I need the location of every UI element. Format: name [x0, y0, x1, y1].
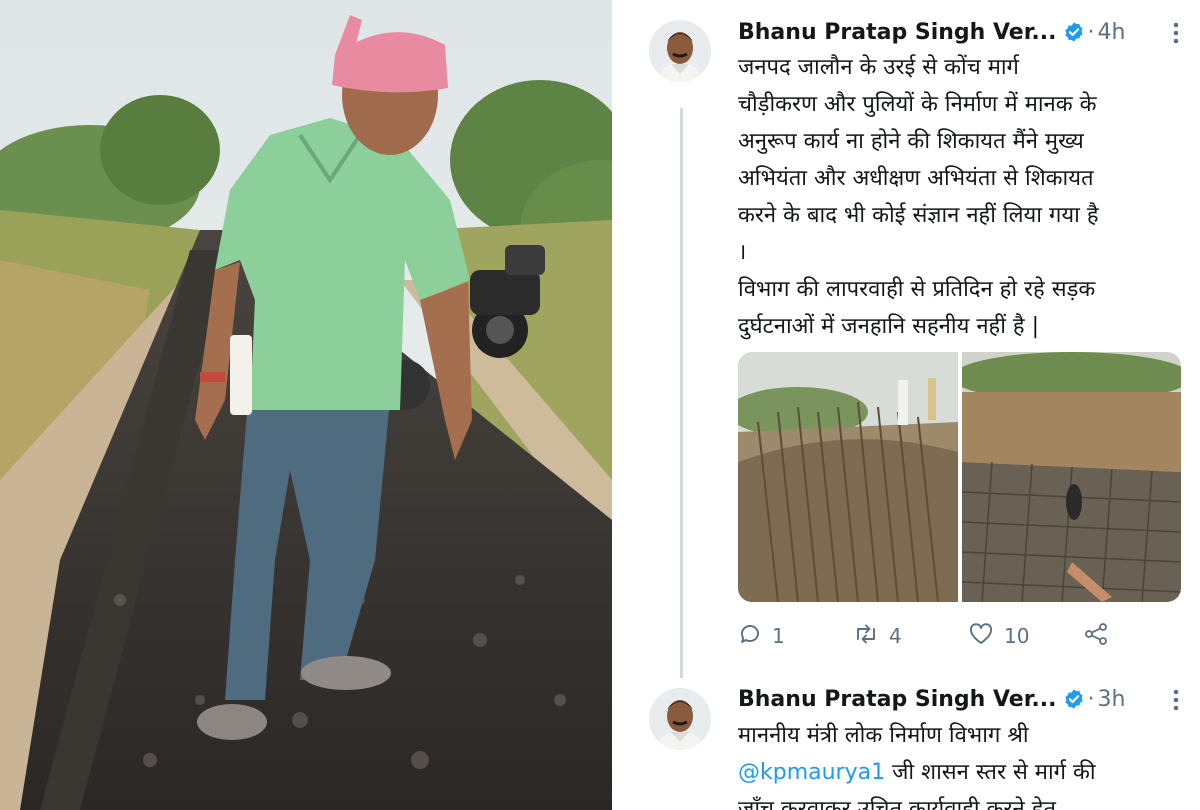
retweet-count: 4: [889, 624, 902, 648]
tweet-photo-construction-2[interactable]: [961, 352, 1181, 602]
time-separator: ·: [1087, 19, 1095, 45]
tweet-text-line: विभाग की लापरवाही से प्रतिदिन हो रहे सड़…: [738, 277, 1096, 302]
author-name[interactable]: Bhanu Pratap Singh Ver...: [738, 20, 1057, 45]
tweet-timestamp[interactable]: 3h: [1098, 687, 1126, 712]
more-vertical-icon[interactable]: [1164, 18, 1188, 48]
tweet-timestamp[interactable]: 4h: [1098, 20, 1126, 45]
tweet-text-line: माननीय मंत्री लोक निर्माण विभाग श्री: [738, 723, 1029, 748]
reply-bubble-icon: [738, 622, 762, 650]
tweet-header: Bhanu Pratap Singh Ver... · 4h: [738, 14, 1125, 50]
author-avatar[interactable]: [649, 688, 711, 750]
share-icon: [1083, 621, 1109, 651]
tweet-text-line: जनपद जालौन के उरई से कोंच मार्ग: [738, 55, 1019, 80]
tweet-text-line: अनुरूप कार्य ना होने की शिकायत मैंने मुख…: [738, 129, 1084, 154]
thread-connector-line: [680, 108, 683, 678]
verified-badge-icon: [1063, 688, 1085, 710]
tweet-text-line: दुर्घटनाओं में जनहानि सहनीय नहीं है |: [738, 314, 1040, 339]
tweet-text-line: ।: [738, 240, 747, 265]
retweet-button[interactable]: 4: [853, 622, 968, 650]
like-button[interactable]: 10: [968, 622, 1083, 650]
author-avatar[interactable]: [649, 20, 711, 82]
tweet-text-fragment: जी शासन स्तर से मार्ग की: [885, 760, 1096, 785]
tweet-text-line: @kpmaurya1 जी शासन स्तर से मार्ग की: [738, 754, 1188, 791]
news-photo-man-on-road: [0, 0, 612, 810]
more-vertical-icon[interactable]: [1164, 685, 1188, 715]
share-button[interactable]: [1083, 621, 1109, 651]
retweet-icon: [853, 622, 879, 650]
tweet-text-line: अभियंता और अधीक्षण अभियंता से शिकायत: [738, 166, 1094, 191]
reply-button[interactable]: 1: [738, 622, 853, 650]
tweet-text-line: चौड़ीकरण और पुलियों के निर्माण में मानक …: [738, 92, 1097, 117]
tweet-text: जनपद जालौन के उरई से कोंच मार्ग चौड़ीकरण…: [738, 49, 1188, 345]
verified-badge-icon: [1063, 21, 1085, 43]
tweet-text: माननीय मंत्री लोक निर्माण विभाग श्री @kp…: [738, 717, 1188, 810]
reply-count: 1: [772, 624, 785, 648]
like-count: 10: [1004, 624, 1030, 648]
tweet-actions: 1 4 10: [738, 618, 1178, 654]
time-separator: ·: [1087, 686, 1095, 712]
tweet-text-line: जाँच करवाकर उचित कार्यवाही करने हेतु: [738, 797, 1056, 810]
tweet-header: Bhanu Pratap Singh Ver... · 3h: [738, 681, 1125, 717]
mention-link[interactable]: @kpmaurya1: [738, 760, 885, 785]
author-name[interactable]: Bhanu Pratap Singh Ver...: [738, 687, 1057, 712]
tweet-thread: Bhanu Pratap Singh Ver... · 4h जनपद जालौ…: [615, 0, 1200, 810]
tweet-media-grid[interactable]: [738, 352, 1181, 602]
tweet-photo-construction-1[interactable]: [738, 352, 958, 602]
heart-icon: [968, 622, 994, 650]
tweet-text-line: करने के बाद भी कोई संज्ञान नहीं लिया गया…: [738, 203, 1099, 228]
